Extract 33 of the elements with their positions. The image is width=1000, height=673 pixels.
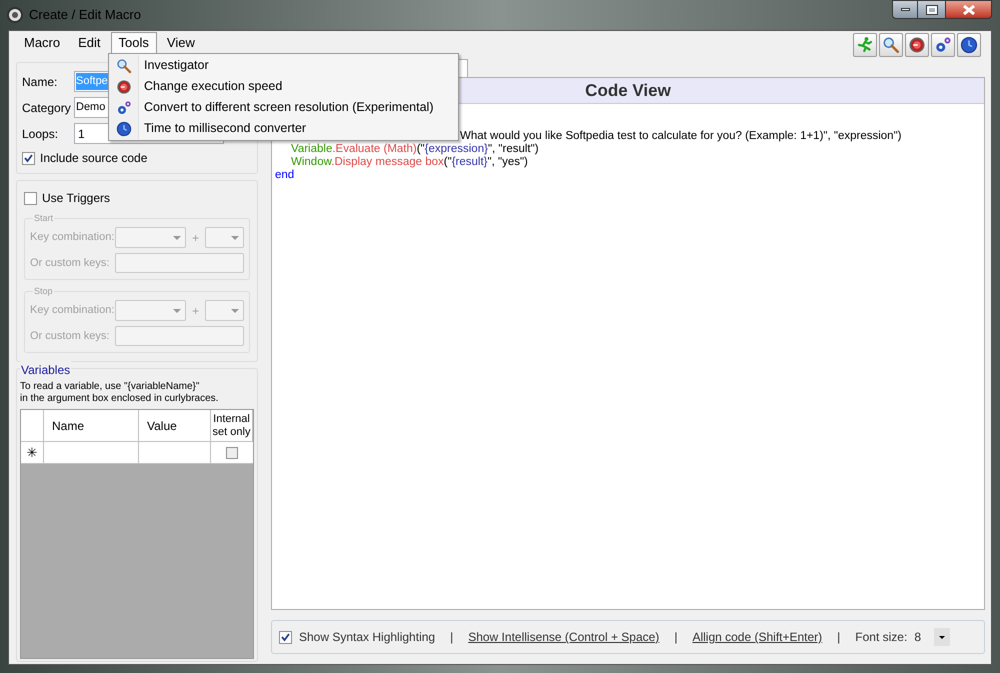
include-source-label: Include source code: [40, 150, 148, 167]
plus-sign: +: [191, 302, 200, 320]
loops-label: Loops:: [22, 126, 60, 142]
hint-text: To read a variable, use "{variableName}": [20, 381, 200, 393]
menu-item[interactable]: Tools: [110, 32, 157, 53]
code-line: Window.Display message box("{result}", "yes"): [290, 156, 528, 169]
custom-keys-label: Or custom keys:: [30, 328, 110, 344]
separator: |: [674, 629, 678, 646]
window-title: Create / Edit Macro: [29, 6, 141, 24]
code-line: What would you like Softpedia test to calculate for you? (Example: 1+1)", "expression"): [459, 130, 902, 143]
syntax-highlighting-label: Show Syntax Highlighting: [299, 629, 436, 646]
category-label: Category: [22, 100, 72, 116]
font-size-value: 8: [914, 629, 922, 646]
font-size-label: Font size:: [855, 629, 908, 646]
separator: |: [450, 629, 454, 646]
link[interactable]: Allign code (Shift+Enter): [692, 628, 822, 646]
key-combination-label: Key combination:: [30, 303, 115, 318]
use-triggers-label: Use Triggers: [42, 190, 110, 207]
menu-item[interactable]: View: [158, 32, 204, 54]
key-combination-label: Key combination:: [30, 230, 115, 246]
code-line: Variable.Evaluate (Math)("{expression}", "result"): [290, 143, 539, 156]
code-line: end: [275, 169, 294, 182]
menu-item[interactable]: Edit: [69, 32, 110, 54]
menu-entry[interactable]: Time to millisecond converter: [109, 118, 458, 139]
link[interactable]: Show Intellisense (Control + Space): [468, 628, 660, 646]
custom-keys-label: Or custom keys:: [30, 256, 110, 271]
menu-item[interactable]: Macro: [15, 32, 70, 54]
menu-entry[interactable]: Investigator: [109, 55, 458, 76]
plus-sign: +: [191, 230, 200, 246]
separator: |: [837, 629, 840, 646]
hint-text: in the argument box enclosed in curlybraces.: [20, 393, 218, 405]
name-label: Name:: [22, 74, 58, 90]
trigger-group-title: Stop: [33, 285, 54, 298]
